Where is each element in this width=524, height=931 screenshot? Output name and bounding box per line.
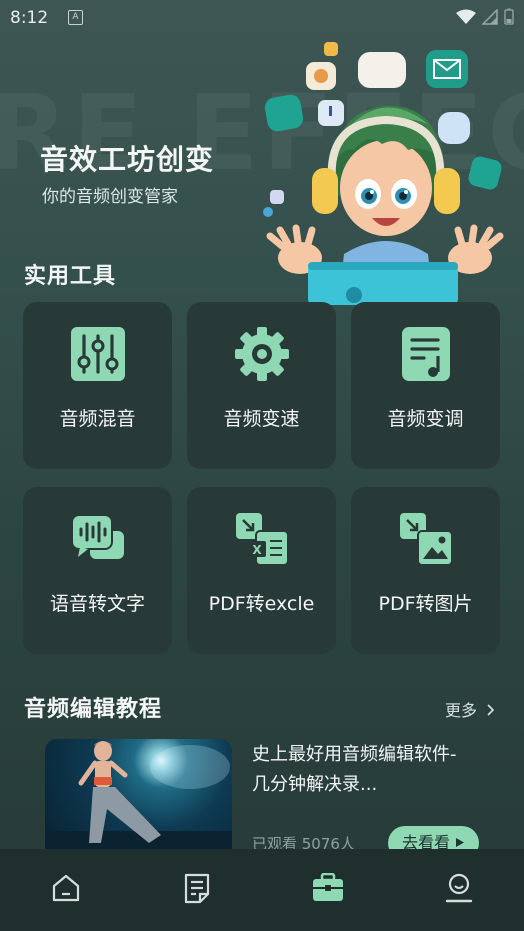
tool-label: 音频混音 <box>59 408 136 430</box>
more-link[interactable]: 更多 <box>445 697 496 721</box>
profile-icon <box>445 873 472 903</box>
pdf-image-icon <box>399 513 453 566</box>
tool-card-audio-pitch[interactable]: 音频变调 <box>351 302 500 469</box>
wifi-icon <box>456 9 476 24</box>
tool-label: PDF转图片 <box>378 593 473 615</box>
video-thumbnail[interactable] <box>45 739 232 859</box>
svg-text:X: X <box>252 543 262 557</box>
tool-card-audio-speed[interactable]: 音频变速 <box>187 302 336 469</box>
tool-card-pdf-image[interactable]: PDF转图片 <box>351 487 500 654</box>
tool-label: 语音转文字 <box>49 593 145 615</box>
tool-label: 音频变调 <box>387 408 464 430</box>
status-a-icon: A <box>68 10 83 25</box>
nav-toolbox-active[interactable] <box>262 849 393 931</box>
sliders-icon <box>70 327 125 381</box>
nav-documents[interactable] <box>131 849 262 931</box>
speech-icon <box>70 514 124 559</box>
status-icons <box>456 8 514 25</box>
status-bar: 8:12 A <box>0 0 524 34</box>
dancer-figure <box>45 741 232 859</box>
status-time: 8:12 <box>10 8 49 28</box>
tool-card-audio-mix[interactable]: 音频混音 <box>23 302 172 469</box>
battery-icon <box>504 8 514 25</box>
tool-card-speech-to-text[interactable]: 语音转文字 <box>23 487 172 654</box>
play-icon <box>456 838 465 847</box>
pdf-excel-icon: X <box>235 513 289 566</box>
nav-home[interactable] <box>0 849 131 931</box>
document-icon <box>184 873 209 904</box>
tool-card-pdf-excel[interactable]: X PDF转excle <box>187 487 336 654</box>
tools-section-title: 实用工具 <box>24 264 117 289</box>
chevron-right-icon <box>487 704 495 716</box>
tutorials-section-title: 音频编辑教程 <box>24 697 163 722</box>
page-subtitle: 你的音频创变管家 <box>42 187 178 207</box>
tool-label: 音频变速 <box>223 408 300 430</box>
tool-label: PDF转excle <box>208 593 315 615</box>
video-title[interactable]: 史上最好用音频编辑软件-几分钟解决录... <box>252 740 462 800</box>
toolbox-icon <box>312 873 343 901</box>
gear-icon <box>234 327 289 381</box>
page-title: 音效工坊创变 <box>40 143 215 176</box>
bottom-nav <box>0 849 524 931</box>
music-note-icon <box>401 327 450 381</box>
signal-icon <box>482 8 498 25</box>
hero-illustration <box>263 42 504 305</box>
more-label: 更多 <box>445 701 478 720</box>
home-icon <box>52 874 79 902</box>
nav-profile[interactable] <box>393 849 524 931</box>
tools-grid: 音频混音 音频变速 音频变调 语音转文字 X PDF转excle PDF转图片 <box>23 302 501 654</box>
